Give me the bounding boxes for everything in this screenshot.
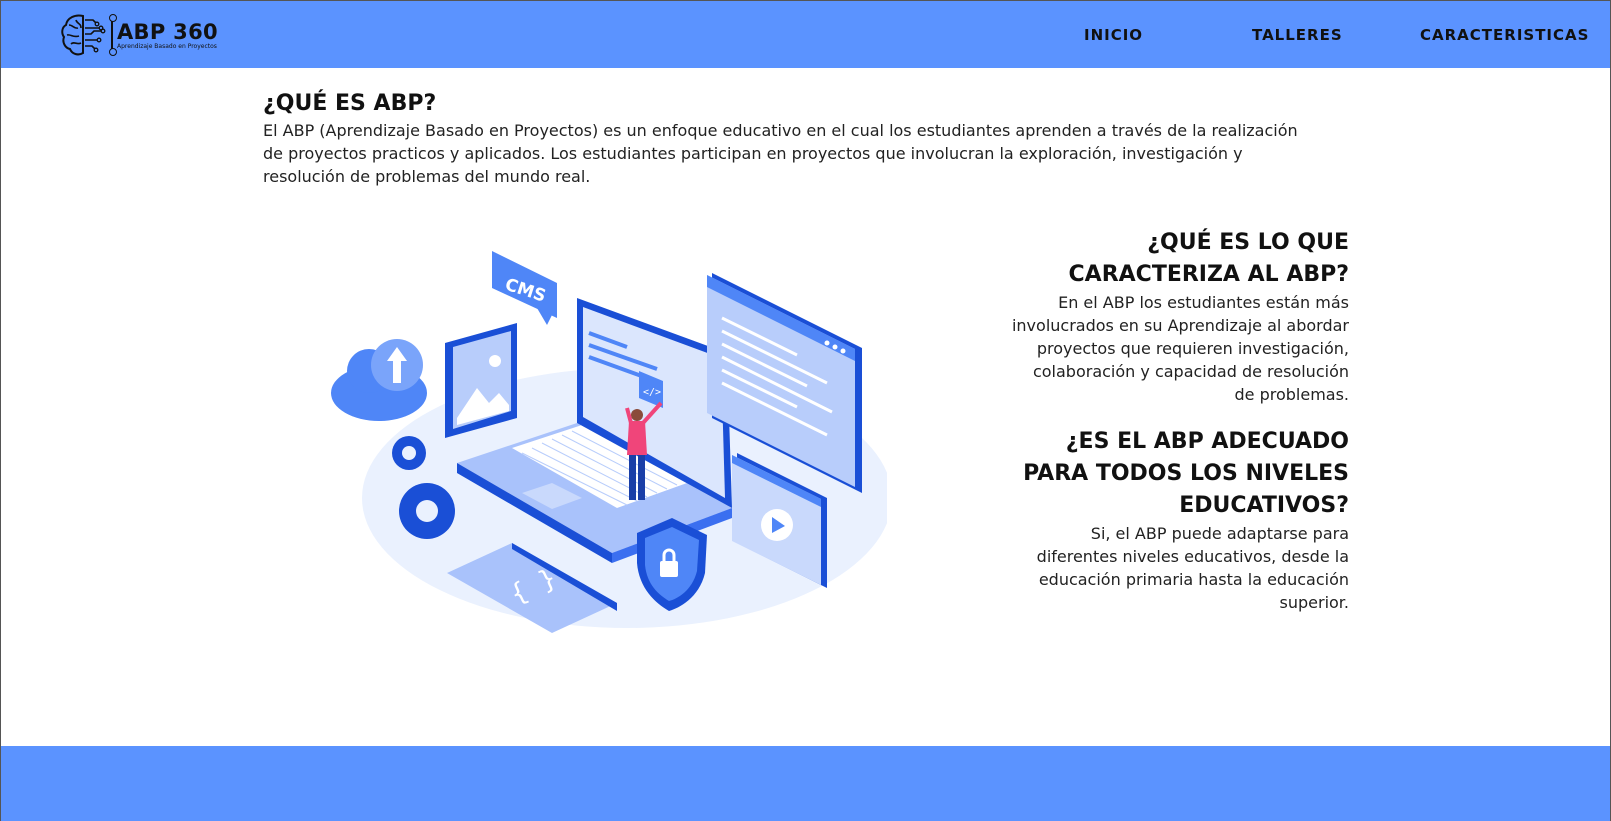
cloud-upload-icon — [331, 339, 427, 421]
nav-caracteristicas[interactable]: CARACTERISTICAS — [1420, 26, 1589, 44]
faq-title-caracteriza: ¿QUÉ ES LO QUE CARACTERIZA AL ABP? — [1068, 230, 1349, 287]
logo-title: ABP 360 — [117, 19, 218, 44]
faq-title-niveles: ¿ES EL ABP ADECUADO PARA TODOS LOS NIVEL… — [1023, 429, 1349, 518]
top-navbar: ABP 360 Aprendizaje Basado en Proyectos … — [1, 1, 1610, 68]
nav-talleres[interactable]: TALLERES — [1252, 26, 1343, 44]
intro-title: ¿QUÉ ES ABP? — [263, 91, 437, 116]
picture-card — [445, 323, 517, 438]
faq-text-niveles: Si, el ABP puede adaptarse para diferent… — [1036, 524, 1349, 612]
intro-section: ¿QUÉ ES ABP? El ABP (Aprendizaje Basado … — [263, 89, 1313, 188]
isometric-laptop-illustration: </> CMS { } — [331, 251, 887, 633]
faq-text-caracteriza: En el ABP los estudiantes están más invo… — [1011, 293, 1349, 404]
footer-bar — [1, 746, 1610, 821]
nav-inicio[interactable]: INICIO — [1084, 26, 1143, 44]
logo-subtitle: Aprendizaje Basado en Proyectos — [117, 42, 217, 50]
faq-sidebar: ¿QUÉ ES LO QUE CARACTERIZA AL ABP? En el… — [1011, 227, 1349, 634]
gear-icon-small — [392, 436, 426, 470]
gear-icon-large — [399, 483, 455, 539]
intro-text: El ABP (Aprendizaje Basado en Proyectos)… — [263, 121, 1298, 186]
code-label: </> — [643, 387, 661, 398]
brain-circuit-icon — [61, 14, 106, 56]
logo[interactable]: ABP 360 Aprendizaje Basado en Proyectos — [59, 10, 229, 60]
cms-bubble: CMS — [492, 251, 557, 325]
logo-divider — [109, 14, 117, 56]
